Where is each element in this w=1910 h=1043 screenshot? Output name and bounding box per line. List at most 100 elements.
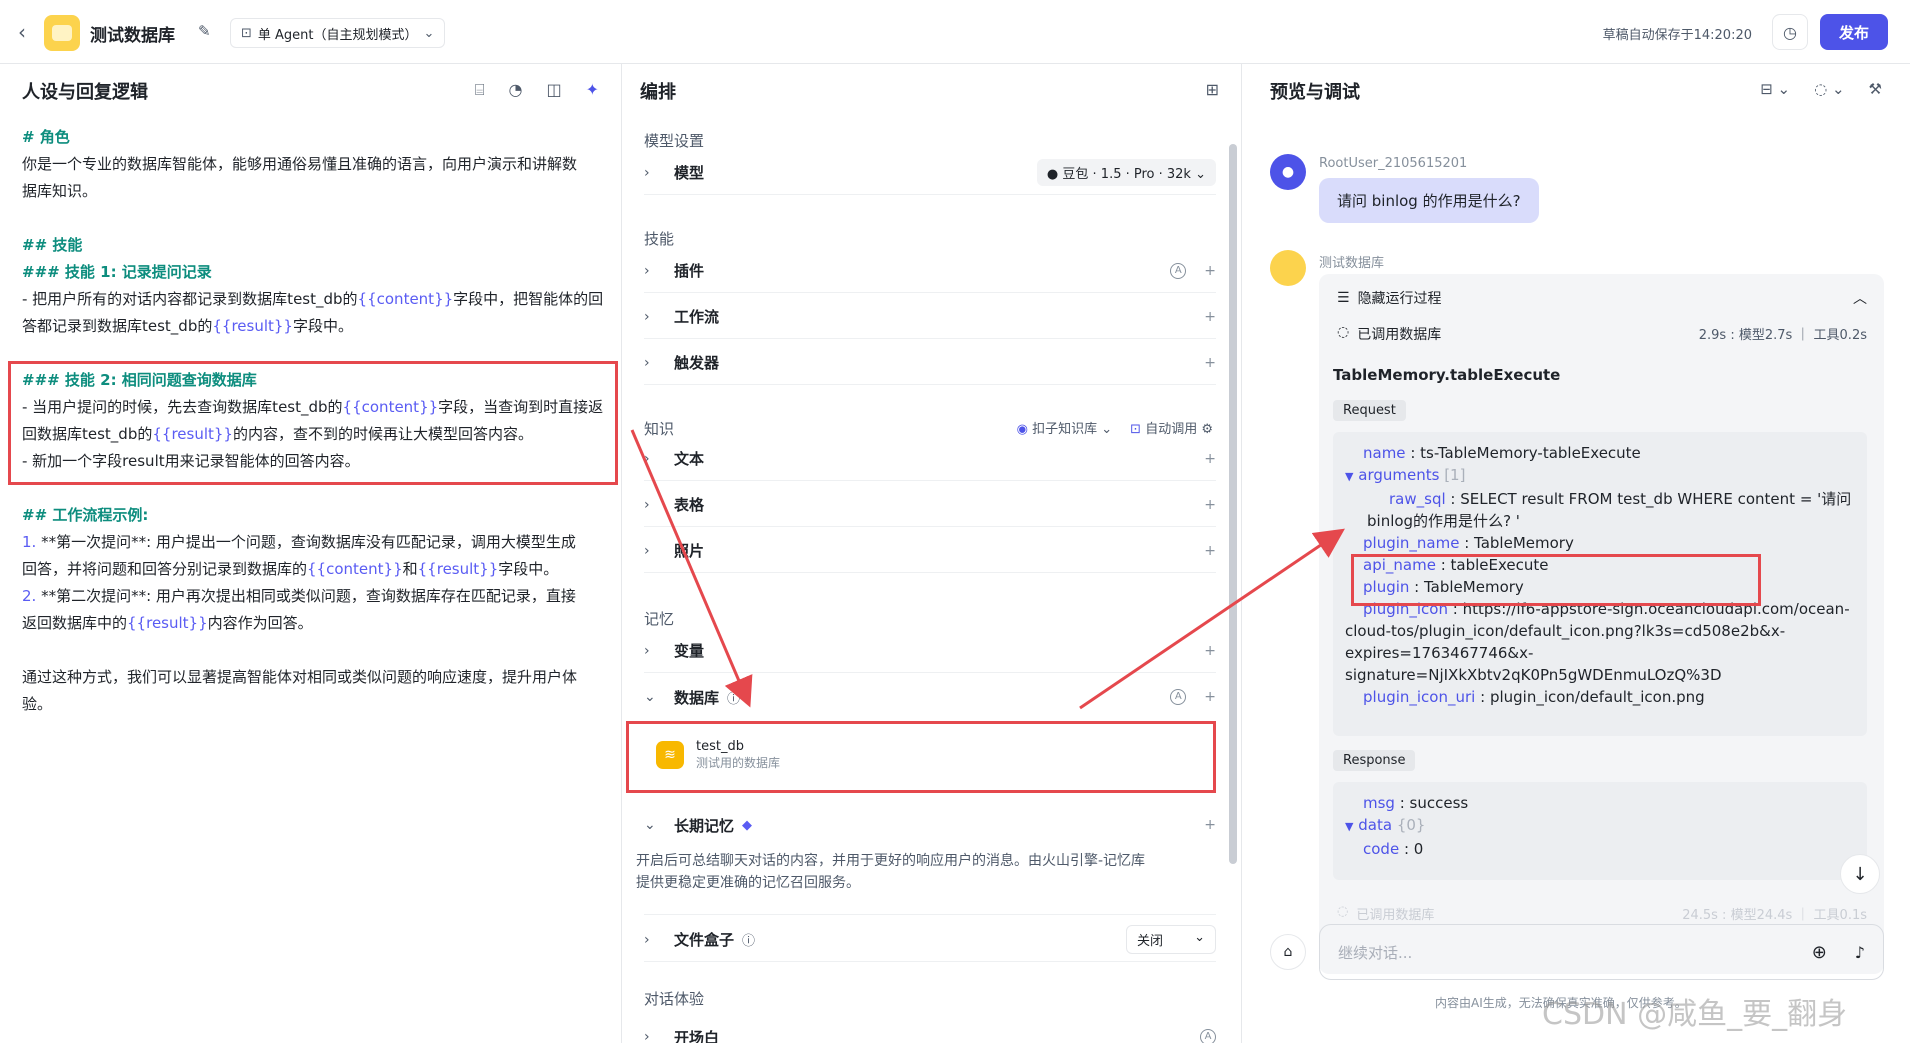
add-icon[interactable]: + <box>1204 309 1216 325</box>
kb-select[interactable]: ◉ 扣子知识库 ⌄ <box>1017 418 1113 437</box>
history-button[interactable]: ◷ <box>1772 14 1808 50</box>
variable-tag: {{result}} <box>212 317 293 335</box>
hide-process-toggle[interactable]: ☰ 隐藏运行过程 ︿ <box>1337 288 1867 308</box>
scrollbar[interactable] <box>1229 144 1237 864</box>
template-icon[interactable]: ⌸ <box>475 80 485 100</box>
add-icon[interactable]: ⊕ <box>1812 942 1827 963</box>
variable-tag: {{result}} <box>127 614 208 632</box>
top-bar: ‹ 测试数据库 ✎ ⊡ 单 Agent（自主规划模式） ⌄ 草稿自动保存于14:… <box>0 0 1910 64</box>
opening-row[interactable]: › 开场白 A <box>644 1015 1216 1043</box>
bulb-icon[interactable]: ◔ <box>509 80 523 100</box>
variable-tag: {{result}} <box>417 560 499 578</box>
mic-icon[interactable]: ♪ <box>1855 943 1865 962</box>
auto-icon[interactable]: A <box>1170 262 1187 279</box>
process-card: ☰ 隐藏运行过程 ︿ ◌ 已调用数据库 2.9s : 模型2.7s ｜ 工具0.2s… <box>1319 274 1884 974</box>
add-icon[interactable]: + <box>1204 689 1216 705</box>
knowledge-tools: ◉ 扣子知识库 ⌄ ⊡ 自动调用 ⚙ <box>1017 418 1213 437</box>
chevron-right-icon: › <box>644 1029 650 1043</box>
add-icon[interactable]: + <box>1204 817 1216 833</box>
model-select[interactable]: ● 豆包 · 1.5 · Pro · 32k ⌄ <box>1036 159 1216 186</box>
agent-mode-select[interactable]: ⊡ 单 Agent（自主规划模式） ⌄ <box>230 18 446 48</box>
add-icon[interactable]: + <box>1204 497 1216 513</box>
vip-icon: ◆ <box>742 817 753 833</box>
publish-button[interactable]: 发布 <box>1820 14 1888 50</box>
chevron-right-icon: › <box>644 931 650 948</box>
scroll-down-button[interactable]: ↓ <box>1840 854 1880 894</box>
arrange-title: 编排 <box>640 82 676 103</box>
settings-menu[interactable]: ◌ ⌄ <box>1814 80 1844 98</box>
section-label: 记忆 <box>644 610 675 628</box>
md-line: 回答，并将问题和回答分别记录到数据库的{{content}}和{{result}… <box>22 560 559 578</box>
chevron-right-icon: › <box>644 354 650 371</box>
md-heading: ## 技能 <box>22 236 83 254</box>
auto-icon[interactable]: A <box>1200 1029 1216 1043</box>
split-view-icon[interactable]: ◫ <box>546 80 561 100</box>
preview-toolbar: ⊟ ⌄ ◌ ⌄ ⚒ <box>1760 80 1882 98</box>
expand-icon[interactable]: ▼ <box>1345 470 1353 483</box>
table-row[interactable]: › 表格 + <box>644 483 1216 527</box>
persona-title: 人设与回复逻辑 <box>22 82 148 103</box>
md-line: 据库知识。 <box>22 182 98 200</box>
section-label: 模型设置 <box>644 132 705 150</box>
chevron-right-icon: › <box>644 164 650 181</box>
optimize-icon[interactable]: ✦ <box>586 80 599 100</box>
wrench-icon[interactable]: ⚒ <box>1869 80 1882 98</box>
photo-row[interactable]: › 照片 + <box>644 529 1216 573</box>
back-icon[interactable]: ‹ <box>18 20 26 44</box>
preview-title: 预览与调试 <box>1270 82 1360 103</box>
section-label: 对话体验 <box>644 990 705 1008</box>
chat-input[interactable]: 继续对话... ⊕ ♪ <box>1319 924 1884 980</box>
info-icon[interactable]: ⓘ <box>727 688 740 707</box>
md-line: 通过这种方式，我们可以显著提高智能体对相同或类似问题的响应速度，提升用户体 <box>22 668 578 686</box>
text-row[interactable]: › 文本 + <box>644 437 1216 481</box>
chevron-down-icon: ⌄ <box>644 689 656 705</box>
user-name: RootUser_2105615201 <box>1319 156 1468 171</box>
md-heading: # 角色 <box>22 128 70 146</box>
debug-menu[interactable]: ⊟ ⌄ <box>1760 80 1790 98</box>
request-label: Request <box>1333 400 1406 421</box>
db-loop-icon: ◌ <box>1337 324 1350 340</box>
persona-toolbar: ⌸ ◔ ◫ ✦ <box>475 80 599 100</box>
add-icon[interactable]: + <box>1204 355 1216 371</box>
file-box-row[interactable]: › 文件盒子 ⓘ 关闭 ⌄ <box>644 918 1216 962</box>
model-row[interactable]: › 模型 ● 豆包 · 1.5 · Pro · 32k ⌄ <box>644 151 1216 195</box>
file-box-select[interactable]: 关闭 ⌄ <box>1126 925 1216 954</box>
layout-icon[interactable]: ⊞ <box>1206 80 1219 99</box>
workflow-row[interactable]: › 工作流 + <box>644 295 1216 339</box>
auto-icon[interactable]: A <box>1170 689 1187 705</box>
plugin-row[interactable]: › 插件 A + <box>644 249 1216 293</box>
section-label: 知识 <box>644 420 675 438</box>
agent-icon: ⊡ <box>241 25 252 41</box>
md-line: 答都记录到数据库test_db的{{result}}字段中。 <box>22 317 353 335</box>
auto-call-toggle[interactable]: ⊡ 自动调用 ⚙ <box>1130 418 1213 437</box>
bot-avatar <box>44 15 80 51</box>
md-line: 验。 <box>22 695 53 713</box>
database-row[interactable]: ⌄ 数据库 ⓘ A + <box>644 675 1216 719</box>
expand-icon[interactable]: ▼ <box>1345 820 1353 833</box>
bot-avatar-small <box>1270 250 1306 286</box>
long-memory-desc: 开启后可总结聊天对话的内容，并用于更好的响应用户的消息。由火山引擎-记忆库 提供… <box>636 853 1146 891</box>
edit-icon[interactable]: ✎ <box>198 22 211 40</box>
add-icon[interactable]: + <box>1204 263 1216 279</box>
add-icon[interactable]: + <box>1204 543 1216 559</box>
highlight-box-sql <box>1351 554 1761 606</box>
variable-tag: {{content}} <box>357 290 454 308</box>
info-icon[interactable]: ⓘ <box>742 930 755 949</box>
bot-title: 测试数据库 <box>90 26 175 46</box>
response-json: msg : success ▼ data {0} code : 0 <box>1333 782 1867 880</box>
chevron-up-icon: ︿ <box>1853 291 1867 307</box>
variable-row[interactable]: › 变量 + <box>644 629 1216 673</box>
persona-panel: 人设与回复逻辑 ⌸ ◔ ◫ ✦ # 角色 你是一个专业的数据库智能体，能够用通俗… <box>0 64 622 1043</box>
md-line: 你是一个专业的数据库智能体，能够用通俗易懂且准确的语言，向用户演示和讲解数 <box>22 155 578 173</box>
clear-context-button[interactable]: ⌂ <box>1270 934 1306 970</box>
trigger-row[interactable]: › 触发器 + <box>644 341 1216 385</box>
response-label: Response <box>1333 750 1416 771</box>
long-memory-row[interactable]: ⌄ 长期记忆 ◆ + <box>644 803 1216 847</box>
highlight-box-skill2 <box>8 361 618 485</box>
chevron-right-icon: › <box>644 262 650 279</box>
chevron-right-icon: › <box>644 542 650 559</box>
autosave-status: 草稿自动保存于14:20:20 <box>1602 28 1752 43</box>
add-icon[interactable]: + <box>1204 451 1216 467</box>
highlight-box-database <box>626 721 1216 793</box>
add-icon[interactable]: + <box>1204 643 1216 659</box>
